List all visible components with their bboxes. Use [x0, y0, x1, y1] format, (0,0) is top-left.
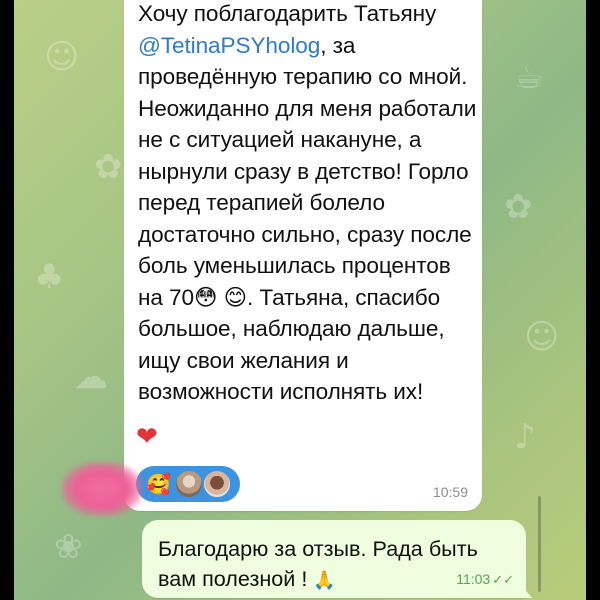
incoming-message-bubble[interactable]: Хочу поблагодарить Татьяну @TetinaPSYhol…	[124, 0, 482, 511]
avatar	[174, 469, 204, 499]
doodle-icon: ✿	[504, 187, 533, 227]
heart-emoji: ❤	[136, 422, 158, 452]
doodle-icon: ☺	[44, 37, 80, 77]
mention-link[interactable]: @TetinaPSYholog	[138, 33, 320, 58]
outgoing-message-bubble[interactable]: Благодарю за отзыв. Рада быть вам полезн…	[142, 520, 526, 598]
avatar	[202, 469, 232, 499]
scrollbar[interactable]	[538, 496, 541, 592]
message-text-part: Хочу поблагодарить Татьяну	[138, 1, 437, 26]
double-check-icon: ✓✓	[492, 573, 514, 588]
message-meta: 11:03 ✓✓	[456, 571, 514, 588]
doodle-icon: ♪	[514, 417, 536, 457]
doodle-icon: ♣	[34, 257, 65, 297]
message-text-part: , за проведённую терапию со мной. Неожид…	[138, 32, 477, 405]
smiling-face-with-hearts-icon: 🥰	[146, 472, 171, 496]
message-time: 11:03	[456, 571, 491, 587]
doodle-icon: ☺	[524, 317, 560, 357]
reaction-pill[interactable]: 🥰	[136, 466, 240, 502]
redaction-blur	[62, 462, 142, 516]
bubble-tail	[522, 586, 532, 598]
doodle-icon: ☕	[514, 57, 545, 97]
doodle-icon: ✿	[94, 147, 123, 187]
incoming-message-text: Хочу поблагодарить Татьяну @TetinaPSYhol…	[138, 0, 478, 408]
doodle-icon: ☁	[74, 357, 108, 397]
message-time: 10:59	[432, 484, 468, 500]
folded-hands-icon: 🙏	[313, 570, 336, 591]
doodle-icon: ❀	[54, 527, 83, 567]
